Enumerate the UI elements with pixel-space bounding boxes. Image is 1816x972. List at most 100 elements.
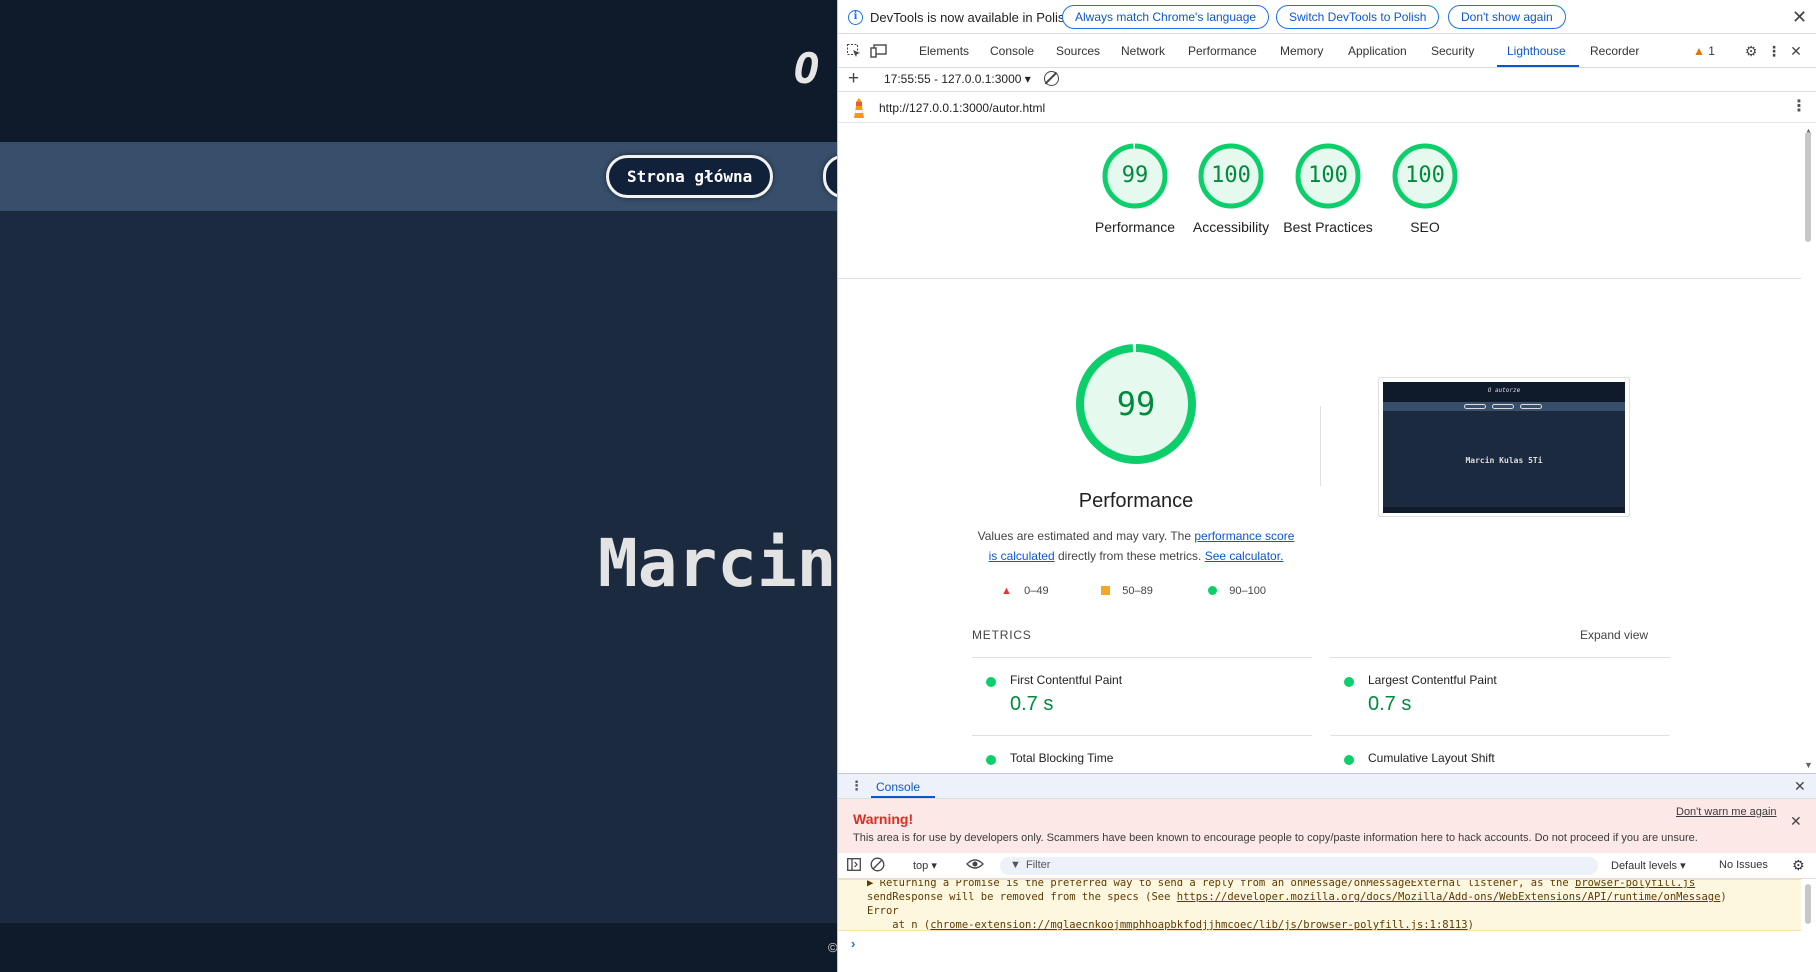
console-line-1: ▶ Returning a Promise is the preferred w… (867, 879, 1695, 889)
scroll-down-icon[interactable]: ▼ (1804, 760, 1813, 770)
tab-memory[interactable]: Memory (1280, 44, 1323, 58)
msg-text: ) (1720, 891, 1727, 903)
score-gauge-performance[interactable]: 99 (1102, 143, 1168, 209)
infobar-message: DevTools is now available in Polish! (870, 10, 1076, 25)
msg-text: ▶ Returning a Promise is the preferred w… (867, 879, 1569, 889)
thumb-text: Marcin Kulas 5Ti (1465, 456, 1543, 465)
metric-name: Cumulative Layout Shift (1368, 751, 1495, 765)
info-icon: i (848, 10, 863, 25)
dont-show-again-button[interactable]: Don't show again (1448, 5, 1566, 29)
tab-security[interactable]: Security (1431, 44, 1474, 58)
dont-warn-again-link[interactable]: Don't warn me again (1676, 806, 1777, 818)
tab-application[interactable]: Application (1348, 44, 1407, 58)
close-drawer-icon[interactable]: ✕ (1794, 779, 1806, 793)
console-scrollbar[interactable] (1805, 884, 1811, 924)
legend-pass-label: 90–100 (1229, 585, 1266, 597)
score-divider (838, 278, 1801, 279)
pass-dot-icon (986, 677, 996, 687)
score-label: Best Practices (1283, 219, 1373, 235)
console-filter-input[interactable]: ▼ Filter (1000, 857, 1598, 875)
score-gauge-best-practices[interactable]: 100 (1295, 143, 1361, 209)
levels-value: Default levels (1611, 860, 1678, 872)
mdn-link[interactable]: https://developer.mozilla.org/docs/Mozil… (1177, 891, 1721, 903)
clear-reports-icon[interactable] (1044, 71, 1059, 86)
tab-lighthouse[interactable]: Lighthouse (1507, 44, 1566, 58)
live-expression-eye-icon[interactable] (966, 857, 984, 874)
tab-recorder[interactable]: Recorder (1590, 44, 1639, 58)
page-main-text: Marcin (598, 525, 837, 602)
close-devtools-icon[interactable]: ✕ (1788, 43, 1804, 59)
console-prompt-icon[interactable]: › (851, 936, 855, 951)
report-menu-icon[interactable]: ⋮ (1791, 99, 1807, 115)
switch-to-polish-button[interactable]: Switch DevTools to Polish (1276, 5, 1440, 29)
console-settings-gear-icon[interactable]: ⚙ (1792, 857, 1805, 874)
report-select-value: 17:55:55 - 127.0.0.1:3000 (884, 72, 1022, 86)
lighthouse-logo-icon (854, 98, 864, 118)
context-select[interactable]: top ▾ (913, 859, 937, 872)
metrics-heading: METRICS (972, 628, 1032, 642)
legend-fail-label: 0–49 (1024, 585, 1049, 597)
console-drawer: ⋮ Console ✕ Warning! This area is for us… (838, 773, 1816, 972)
report-select[interactable]: 17:55:55 - 127.0.0.1:3000 ▾ (884, 72, 1031, 86)
footer-copyright: © (828, 940, 837, 955)
thumb-title: O autorze (1487, 387, 1521, 394)
warning-text: This area is for use by developers only.… (853, 832, 1698, 844)
drawer-tab-console[interactable]: Console (876, 780, 920, 794)
close-warning-icon[interactable]: ✕ (1790, 814, 1802, 828)
score-value: 99 (1121, 163, 1149, 188)
always-match-language-button[interactable]: Always match Chrome's language (1062, 5, 1270, 29)
legend-fail: ▲ 0–49 (1001, 585, 1049, 597)
context-value: top (913, 860, 929, 872)
tab-elements[interactable]: Elements (919, 44, 969, 58)
device-toolbar-icon[interactable] (870, 43, 887, 59)
self-xss-warning: Warning! This area is for use by develop… (838, 799, 1816, 853)
log-levels-select[interactable]: Default levels ▾ (1611, 859, 1686, 872)
score-value: 100 (1211, 163, 1251, 188)
metrics-line (972, 657, 1312, 658)
msg-text: sendResponse will be removed from the sp… (867, 891, 1177, 903)
tab-performance[interactable]: Performance (1188, 44, 1257, 58)
metric-name: Total Blocking Time (1010, 751, 1114, 765)
warning-title: Warning! (853, 811, 914, 827)
performance-gauge-large: 99 (1075, 343, 1197, 465)
stack-trace-link[interactable]: chrome-extension://mglaecnkoojmmphhoapbk… (930, 919, 1467, 930)
settings-gear-icon[interactable]: ⚙ (1743, 43, 1759, 59)
more-options-icon[interactable]: ⋮ (1766, 43, 1782, 59)
legend-average-label: 50–89 (1122, 585, 1153, 597)
performance-score-large: 99 (1116, 385, 1156, 423)
report-scrollbar[interactable] (1805, 132, 1811, 242)
inspect-element-icon[interactable] (846, 43, 862, 59)
metric-name: First Contentful Paint (1010, 673, 1123, 687)
issues-count: 1 (1708, 44, 1715, 58)
score-value: 100 (1405, 163, 1445, 188)
msg-text: ) (1467, 919, 1474, 931)
no-issues-status[interactable]: No Issues (1719, 859, 1768, 871)
metric-name: Largest Contentful Paint (1368, 673, 1497, 687)
tab-network[interactable]: Network (1121, 44, 1165, 58)
new-report-icon[interactable]: + (848, 68, 859, 90)
source-link[interactable]: browser-polyfill.js (1575, 880, 1695, 889)
tab-console[interactable]: Console (990, 44, 1034, 58)
final-screenshot-thumbnail[interactable]: O autorze Marcin Kulas 5Ti (1378, 377, 1630, 517)
issues-badge[interactable]: ▲ 1 (1693, 44, 1715, 58)
warning-icon: ▲ (1693, 44, 1705, 58)
report-url: http://127.0.0.1:3000/autor.html (879, 101, 1046, 115)
performance-title: Performance (1078, 490, 1194, 512)
expand-view-toggle[interactable]: Expand view (1580, 628, 1648, 642)
nav-home-button[interactable]: Strona główna (606, 155, 774, 198)
close-infobar-icon[interactable]: ✕ (1792, 8, 1807, 26)
score-value: 100 (1308, 163, 1348, 188)
score-label: Accessibility (1192, 219, 1270, 235)
sidebar-toggle-icon[interactable] (847, 858, 861, 874)
drawer-menu-icon[interactable]: ⋮ (850, 779, 863, 792)
page-title: O (794, 44, 820, 93)
clear-console-icon[interactable] (870, 857, 885, 875)
metric-value: 0.7 s (1010, 693, 1054, 715)
pass-dot-icon (986, 755, 996, 765)
see-calculator-link[interactable]: See calculator. (1205, 549, 1284, 563)
filter-funnel-icon: ▼ (1010, 859, 1021, 871)
score-gauge-accessibility[interactable]: 100 (1198, 143, 1264, 209)
pass-dot-icon (1344, 677, 1354, 687)
tab-sources[interactable]: Sources (1056, 44, 1100, 58)
score-gauge-seo[interactable]: 100 (1392, 143, 1458, 209)
